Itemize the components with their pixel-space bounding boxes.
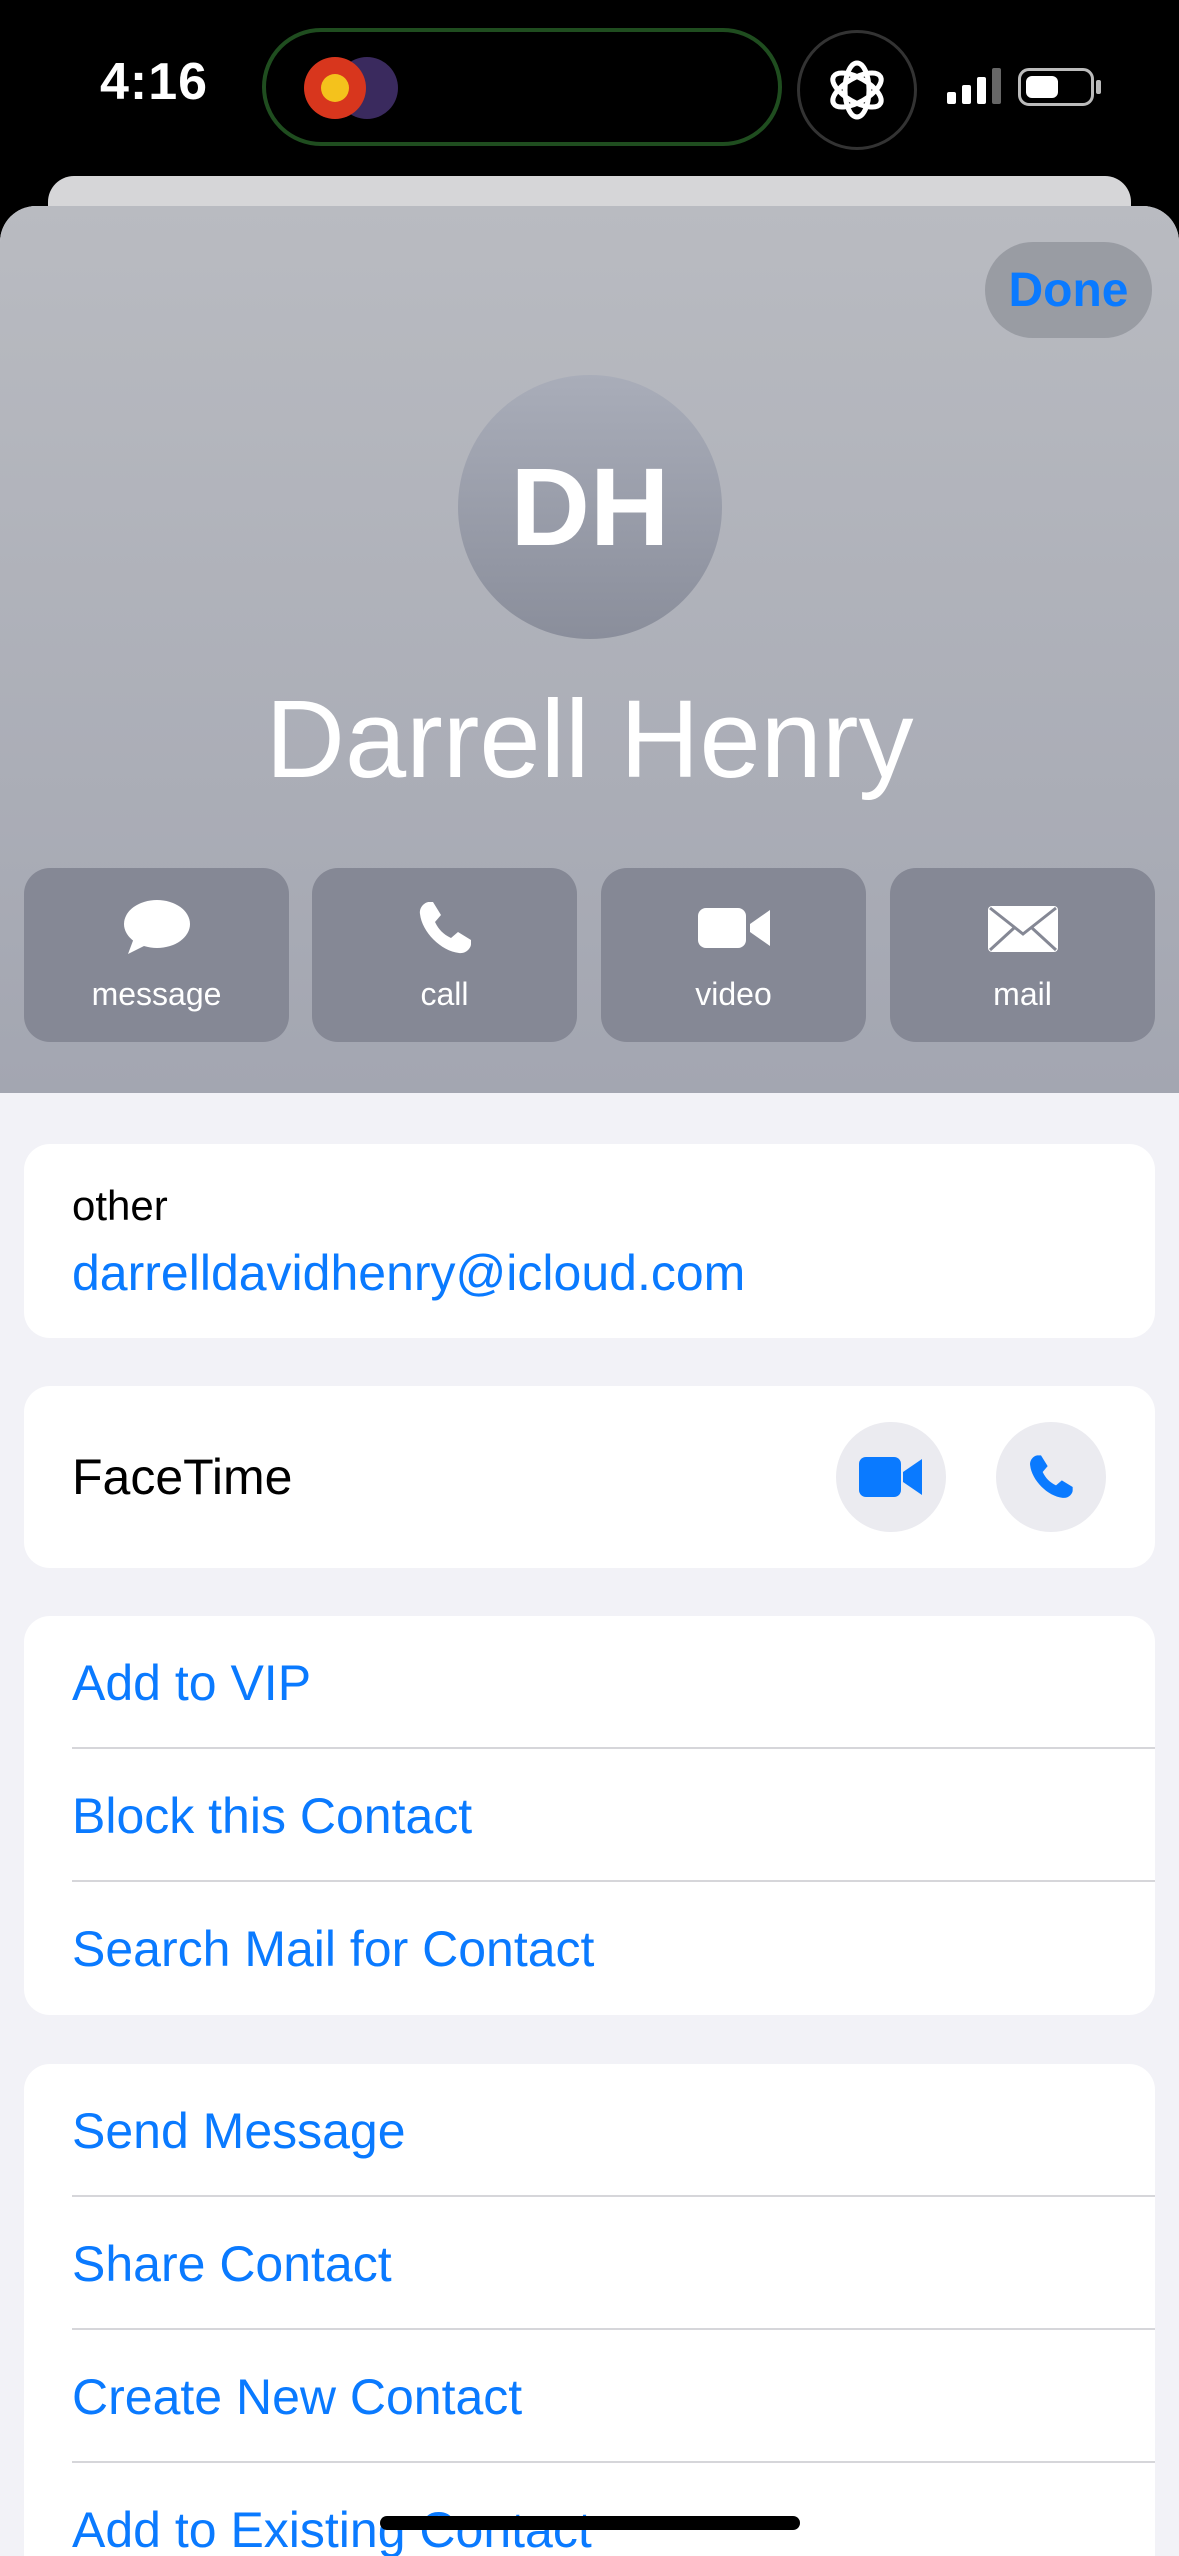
create-contact-label: Create New Contact <box>72 2369 523 2425</box>
add-existing-contact-row[interactable]: Add to Existing Contact <box>24 2463 1155 2556</box>
send-message-row[interactable]: Send Message <box>24 2064 1155 2197</box>
add-to-vip-label: Add to VIP <box>72 1655 312 1711</box>
share-contact-label: Share Contact <box>72 2236 392 2292</box>
options-group-2: Send Message Share Contact Create New Co… <box>24 2064 1155 2556</box>
facetime-audio-button[interactable] <box>996 1422 1106 1532</box>
done-button[interactable]: Done <box>985 242 1152 338</box>
block-contact-row[interactable]: Block this Contact <box>24 1749 1155 1882</box>
search-mail-row[interactable]: Search Mail for Contact <box>24 1882 1155 2015</box>
create-contact-row[interactable]: Create New Contact <box>24 2330 1155 2463</box>
message-bubble-icon <box>24 898 289 958</box>
phone-icon <box>312 898 577 958</box>
email-card[interactable]: other darrelldavidhenry@icloud.com <box>24 1144 1155 1338</box>
contact-name: Darrell Henry <box>265 678 914 801</box>
envelope-icon <box>890 898 1155 958</box>
battery-tip <box>1096 80 1101 94</box>
contact-sheet: Done DH Darrell Henry message call video <box>0 206 1179 2556</box>
weather-sun-icon <box>304 57 366 119</box>
mail-label: mail <box>993 976 1052 1012</box>
home-indicator[interactable] <box>380 2516 800 2530</box>
video-button[interactable]: video <box>601 868 866 1042</box>
email-link[interactable]: darrelldavidhenry@icloud.com <box>72 1244 745 1302</box>
avatar: DH <box>458 375 722 639</box>
dynamic-island[interactable] <box>262 28 782 146</box>
contact-header: Done DH Darrell Henry message call video <box>0 206 1179 1093</box>
quick-actions: message call video mail <box>24 868 1155 1042</box>
facetime-label: FaceTime <box>72 1449 293 1505</box>
mail-button[interactable]: mail <box>890 868 1155 1042</box>
status-bar: 4:16 <box>0 0 1179 200</box>
battery-icon <box>1018 68 1094 106</box>
facetime-card: FaceTime <box>24 1386 1155 1568</box>
add-to-vip-row[interactable]: Add to VIP <box>24 1616 1155 1749</box>
video-camera-icon <box>601 898 866 958</box>
call-label: call <box>420 976 469 1012</box>
phone-icon <box>1030 1455 1073 1498</box>
video-camera-icon <box>859 1457 922 1497</box>
email-label: other <box>72 1182 168 1229</box>
send-message-label: Send Message <box>72 2103 406 2159</box>
block-contact-label: Block this Contact <box>72 1788 473 1844</box>
message-button[interactable]: message <box>24 868 289 1042</box>
chatgpt-logo-icon[interactable] <box>797 30 917 150</box>
video-label: video <box>695 976 772 1012</box>
status-time: 4:16 <box>100 53 209 111</box>
share-contact-row[interactable]: Share Contact <box>24 2197 1155 2330</box>
call-button[interactable]: call <box>312 868 577 1042</box>
message-label: message <box>91 976 222 1012</box>
search-mail-label: Search Mail for Contact <box>72 1921 595 1977</box>
cellular-signal-icon <box>947 68 1001 104</box>
facetime-video-button[interactable] <box>836 1422 946 1532</box>
options-group-1: Add to VIP Block this Contact Search Mai… <box>24 1616 1155 2015</box>
